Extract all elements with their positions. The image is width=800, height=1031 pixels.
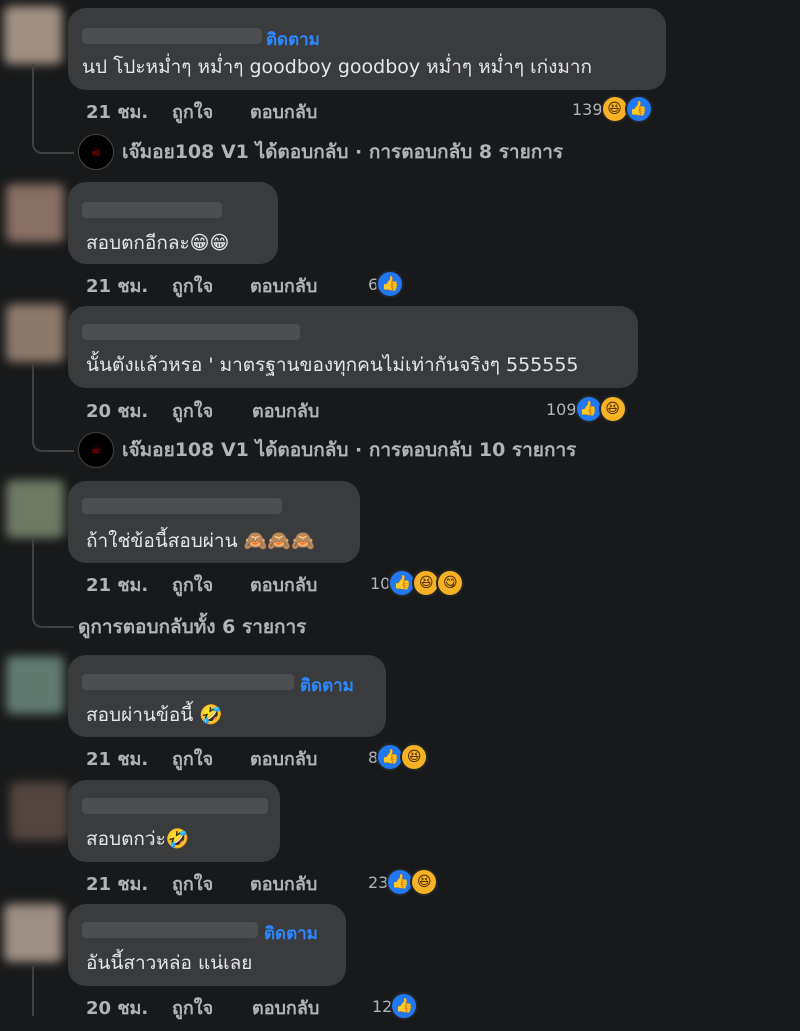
thread-line (32, 966, 34, 1016)
comment-time[interactable]: 21 ชม. (86, 97, 148, 126)
view-replies-text: ดูการตอบกลับทั้ง 6 รายการ (78, 616, 307, 638)
view-replies-link[interactable]: ดูการตอบกลับทั้ง 6 รายการ (78, 612, 306, 642)
reply-button[interactable]: ตอบกลับ (250, 744, 317, 773)
comment-text: นป โปะหม่ำๆ หม่ำๆ goodboy goodboy หม่ำๆ … (82, 56, 593, 78)
like-button[interactable]: ถูกใจ (172, 396, 213, 425)
reaction-count: 23 (368, 872, 389, 892)
avatar[interactable] (4, 904, 62, 962)
comment-text: สอบตกอีกละ😁😁 (86, 232, 230, 254)
reply-button[interactable]: ตอบกลับ (252, 396, 319, 425)
haha-icon: 😆 (410, 868, 439, 896)
thread-line (32, 362, 74, 452)
follow-link[interactable]: ติดตาม (264, 920, 318, 947)
like-button[interactable]: ถูกใจ (172, 744, 213, 773)
reaction-summary[interactable]: 6 👍 (368, 270, 405, 298)
comment-text: ถ้าใช่ข้อนี้สอบผ่าน 🙈🙈🙈 (86, 530, 315, 552)
haha-icon: 😆 (400, 743, 429, 771)
commenter-name-blurred[interactable] (82, 498, 282, 514)
avatar[interactable] (6, 656, 64, 714)
avatar[interactable] (10, 782, 68, 840)
reaction-count: 12 (372, 996, 393, 1016)
comment-time[interactable]: 20 ชม. (86, 396, 148, 425)
replier-avatar: ☠ (78, 432, 114, 468)
reaction-summary[interactable]: 109 👍 😆 (546, 395, 627, 423)
like-button[interactable]: ถูกใจ (172, 869, 213, 898)
reply-summary[interactable]: ☠ เจ๊มอย108 V1 ได้ตอบกลับ · การตอบกลับ 8… (78, 134, 563, 170)
reply-summary-text: เจ๊มอย108 V1 ได้ตอบกลับ · การตอบกลับ 8 ร… (122, 141, 564, 163)
thread-line (32, 64, 74, 154)
like-button[interactable]: ถูกใจ (172, 97, 213, 126)
reaction-summary[interactable]: 12 👍 (372, 992, 419, 1020)
comment-time[interactable]: 20 ชม. (86, 993, 148, 1022)
like-button[interactable]: ถูกใจ (172, 570, 213, 599)
commenter-name-blurred[interactable] (82, 922, 258, 938)
replier-avatar: ☠ (78, 134, 114, 170)
reaction-summary[interactable]: 139 😆 👍 (572, 95, 653, 123)
reply-summary[interactable]: ☠ เจ๊มอย108 V1 ได้ตอบกลับ · การตอบกลับ 1… (78, 432, 576, 468)
comment-text: นั้นตังแล้วหรอ ' มาตรฐานของทุกคนไม่เท่าก… (86, 354, 579, 376)
reaction-summary[interactable]: 23 👍 😆 (368, 868, 439, 896)
comment-time[interactable]: 21 ชม. (86, 271, 148, 300)
reaction-count: 109 (546, 399, 577, 419)
reply-summary-text: เจ๊มอย108 V1 ได้ตอบกลับ · การตอบกลับ 10 … (122, 439, 577, 461)
like-icon: 👍 (624, 95, 653, 123)
like-button[interactable]: ถูกใจ (172, 993, 213, 1022)
commenter-name-blurred[interactable] (82, 28, 262, 44)
reply-button[interactable]: ตอบกลับ (250, 271, 317, 300)
avatar[interactable] (4, 6, 62, 64)
comment-text: อันนี้สาวหล่อ แน่เลย (86, 952, 253, 974)
reply-button[interactable]: ตอบกลับ (250, 869, 317, 898)
reply-button[interactable]: ตอบกลับ (250, 570, 317, 599)
like-icon: 👍 (390, 992, 419, 1020)
reaction-summary[interactable]: 10 👍 😆 😋 (370, 569, 465, 597)
comment-time[interactable]: 21 ชม. (86, 869, 148, 898)
commenter-name-blurred[interactable] (82, 674, 294, 690)
comment-text: สอบผ่านข้อนี้ 🤣 (86, 704, 223, 726)
follow-link[interactable]: ติดตาม (266, 26, 320, 53)
reaction-count: 139 (572, 99, 603, 119)
avatar[interactable] (6, 184, 64, 242)
avatar[interactable] (6, 480, 64, 538)
commenter-name-blurred[interactable] (82, 798, 268, 814)
comment-time[interactable]: 21 ชม. (86, 744, 148, 773)
like-button[interactable]: ถูกใจ (172, 271, 213, 300)
reply-button[interactable]: ตอบกลับ (252, 993, 319, 1022)
reaction-count: 10 (370, 573, 391, 593)
follow-link[interactable]: ติดตาม (300, 672, 354, 699)
yum-icon: 😋 (436, 569, 465, 597)
reply-button[interactable]: ตอบกลับ (250, 97, 317, 126)
comment-time[interactable]: 21 ชม. (86, 570, 148, 599)
haha-icon: 😆 (598, 395, 627, 423)
like-icon: 👍 (376, 270, 405, 298)
commenter-name-blurred[interactable] (82, 324, 300, 340)
reaction-summary[interactable]: 8 👍 😆 (368, 743, 429, 771)
commenter-name-blurred[interactable] (82, 202, 222, 218)
avatar[interactable] (6, 304, 64, 362)
comment-text: สอบตกว่ะ🤣 (86, 828, 190, 850)
thread-line (32, 538, 74, 628)
